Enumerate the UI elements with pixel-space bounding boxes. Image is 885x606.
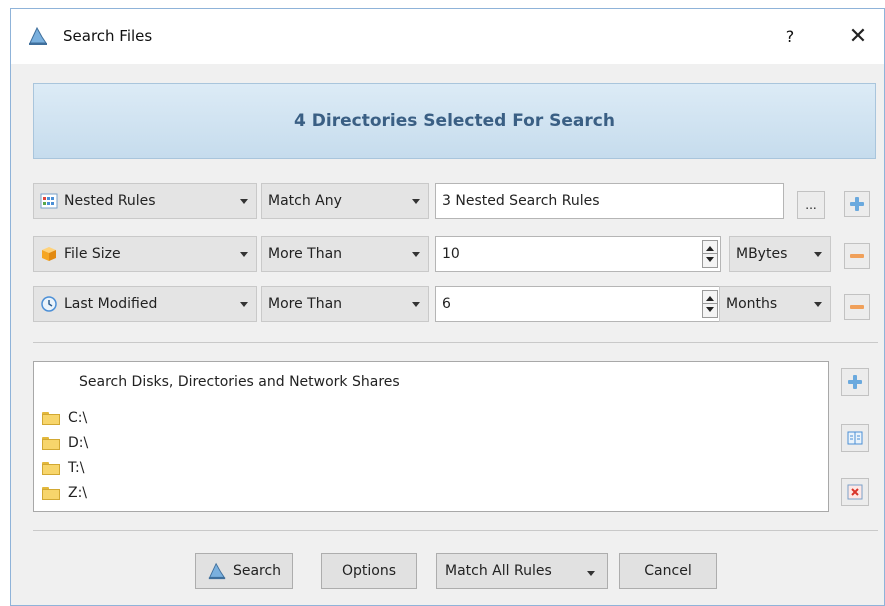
search-button[interactable]: Search: [195, 553, 293, 589]
rule-type-select-nested[interactable]: Nested Rules: [33, 183, 257, 219]
minus-icon: [850, 305, 864, 309]
chevron-down-icon: [240, 252, 248, 257]
title-bar: Search Files ? ✕: [11, 9, 884, 64]
remove-rule-button[interactable]: [844, 243, 870, 269]
list-item[interactable]: Z:\: [42, 483, 87, 503]
drive-label: C:\: [68, 410, 88, 426]
rule-type-label: File Size: [64, 246, 121, 262]
last-modified-value: 6: [442, 296, 451, 312]
folder-icon: [42, 461, 60, 475]
chevron-down-icon: [412, 302, 420, 307]
nested-rules-value: 3 Nested Search Rules: [442, 193, 600, 209]
match-mode-label: Match All Rules: [445, 563, 552, 579]
app-icon: [29, 26, 47, 45]
drive-label: T:\: [68, 460, 85, 476]
help-button[interactable]: ?: [775, 19, 805, 53]
spin-up-icon[interactable]: [706, 296, 714, 301]
divider: [33, 342, 878, 343]
drive-label: Z:\: [68, 485, 88, 501]
rule-condition-label: More Than: [268, 246, 343, 262]
rule-condition-label: More Than: [268, 296, 343, 312]
add-location-button[interactable]: [841, 368, 869, 396]
search-files-dialog: Search Files ? ✕ 4 Directories Selected …: [10, 8, 885, 606]
plus-icon: [850, 197, 864, 211]
time-unit-select[interactable]: Months: [719, 286, 831, 322]
rule-type-label: Nested Rules: [64, 193, 156, 209]
add-rule-button[interactable]: [844, 191, 870, 217]
remove-rule-button[interactable]: [844, 294, 870, 320]
rule-condition-select-match[interactable]: Match Any: [261, 183, 429, 219]
chevron-down-icon: [814, 302, 822, 307]
search-label: Search: [232, 563, 282, 579]
rule-condition-select-more-than[interactable]: More Than: [261, 236, 429, 272]
clock-icon: [41, 296, 57, 312]
chevron-down-icon: [412, 199, 420, 204]
last-modified-spinner[interactable]: [702, 290, 718, 318]
columns-icon: [847, 431, 863, 445]
rule-condition-select-more-than[interactable]: More Than: [261, 286, 429, 322]
search-app-icon: [208, 562, 226, 580]
rule-type-select-file-size[interactable]: File Size: [33, 236, 257, 272]
nested-rules-field[interactable]: 3 Nested Search Rules: [435, 183, 784, 219]
folder-icon: [42, 436, 60, 450]
time-unit-label: Months: [726, 296, 778, 312]
nested-rules-icon: [40, 193, 58, 209]
rule-condition-label: Match Any: [268, 193, 342, 209]
options-label: Options: [341, 563, 397, 579]
chevron-down-icon: [240, 199, 248, 204]
browse-button[interactable]: ...: [797, 191, 825, 219]
list-item[interactable]: D:\: [42, 433, 88, 453]
options-button[interactable]: Options: [321, 553, 417, 589]
list-header: Search Disks, Directories and Network Sh…: [79, 374, 400, 390]
selection-banner: 4 Directories Selected For Search: [33, 83, 876, 159]
folder-icon: [42, 411, 60, 425]
columns-button[interactable]: [841, 424, 869, 452]
list-item[interactable]: T:\: [42, 458, 84, 478]
match-mode-select[interactable]: Match All Rules: [436, 553, 608, 589]
chevron-down-icon: [814, 252, 822, 257]
chevron-down-icon: [587, 571, 595, 576]
rule-type-select-last-modified[interactable]: Last Modified: [33, 286, 257, 322]
window-title: Search Files: [63, 27, 153, 45]
search-locations-list[interactable]: Search Disks, Directories and Network Sh…: [33, 361, 829, 512]
folder-icon: [42, 486, 60, 500]
delete-icon: [847, 484, 863, 500]
browse-label: ...: [805, 198, 817, 212]
size-unit-label: MBytes: [736, 246, 788, 262]
file-size-value: 10: [442, 246, 460, 262]
cancel-button[interactable]: Cancel: [619, 553, 717, 589]
spin-up-icon[interactable]: [706, 246, 714, 251]
minus-icon: [850, 254, 864, 258]
file-size-value-field[interactable]: 10: [435, 236, 721, 272]
divider: [33, 530, 878, 531]
plus-icon: [848, 375, 862, 389]
size-unit-select[interactable]: MBytes: [729, 236, 831, 272]
list-item[interactable]: C:\: [42, 408, 87, 428]
chevron-down-icon: [240, 302, 248, 307]
file-size-icon: [42, 247, 56, 261]
file-size-spinner[interactable]: [702, 240, 718, 268]
cancel-label: Cancel: [644, 563, 692, 579]
spin-down-icon[interactable]: [706, 307, 714, 312]
close-button[interactable]: ✕: [841, 19, 875, 53]
rule-type-label: Last Modified: [64, 296, 158, 312]
last-modified-value-field[interactable]: 6: [435, 286, 721, 322]
drive-label: D:\: [68, 435, 89, 451]
remove-location-button[interactable]: [841, 478, 869, 506]
chevron-down-icon: [412, 252, 420, 257]
spin-down-icon[interactable]: [706, 257, 714, 262]
